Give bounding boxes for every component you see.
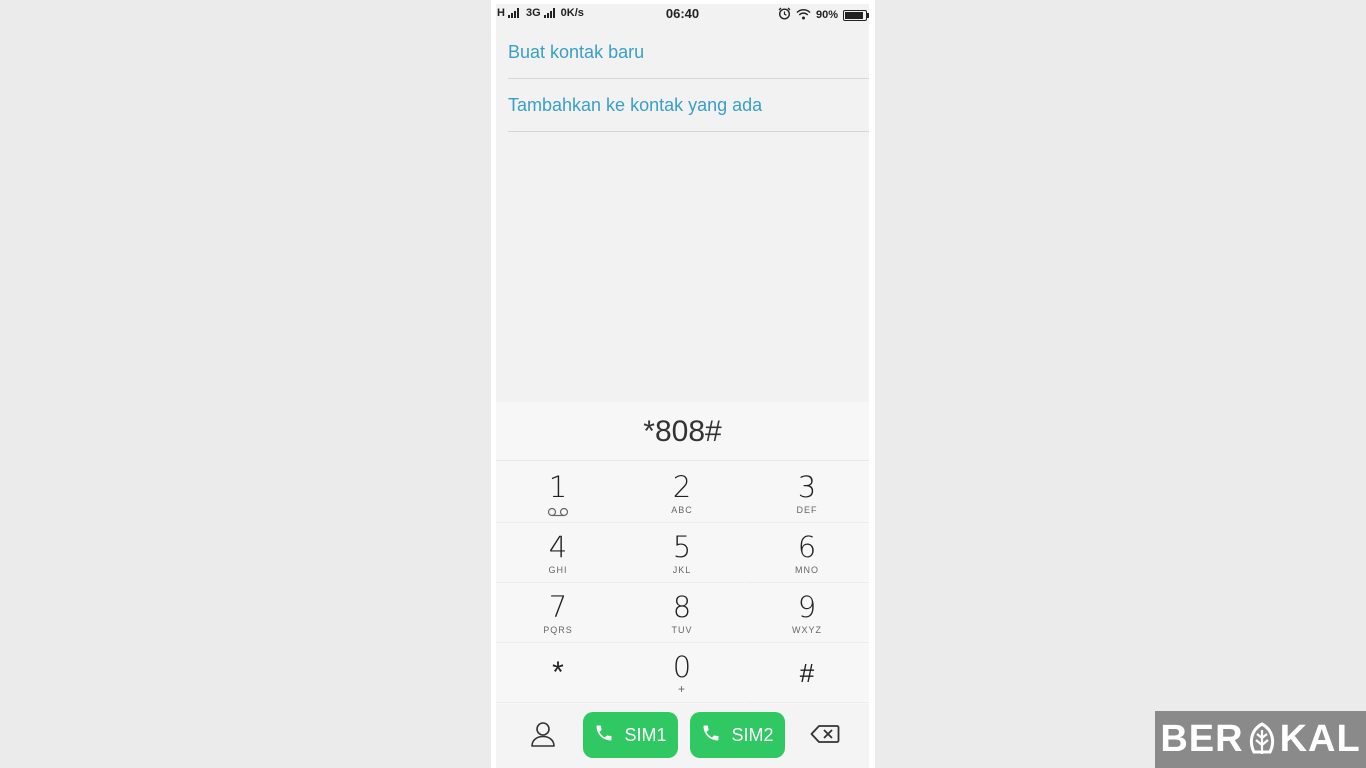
key-digit: 1 [548,470,568,504]
phone-icon [594,723,614,748]
key-digit: 3 [797,470,817,504]
phone-icon [701,723,721,748]
status-bar: H 3G 0K/s 06:40 90% [496,4,869,24]
phone-frame: H 3G 0K/s 06:40 90% Buat kontak baru Tam… [491,0,875,768]
key-3[interactable]: 3 DEF [745,462,869,523]
key-digit: # [799,658,815,688]
key-star[interactable]: * [496,642,620,703]
key-letters: PQRS [543,625,573,635]
battery-icon [843,9,869,21]
key-9[interactable]: 9 WXYZ [745,582,869,643]
key-digit: 8 [672,590,692,624]
key-letters: MNO [795,565,819,575]
watermark-text-end: KAL [1279,718,1361,760]
status-right: 90% [778,7,869,23]
key-0[interactable]: 0 + [620,642,744,703]
sim1-label: SIM1 [624,724,667,745]
key-6[interactable]: 6 MNO [745,522,869,583]
wifi-icon [796,8,811,23]
key-8[interactable]: 8 TUV [620,582,744,643]
add-to-existing-contact-option[interactable]: Tambahkan ke kontak yang ada [508,79,869,132]
key-letters: JKL [672,565,692,575]
key-1[interactable]: 1 [496,462,620,523]
key-hash[interactable]: # [745,642,869,703]
key-letters: WXYZ [792,625,822,635]
key-digit: 6 [797,530,817,564]
watermark-text-start: BER [1160,718,1244,760]
contacts-button[interactable] [526,720,560,752]
dialed-number[interactable]: *808# [496,402,869,461]
watermark-logo: BER KAL [1155,711,1366,768]
key-digit: 4 [548,530,568,564]
key-digit: 2 [672,470,692,504]
call-sim2-button[interactable]: SIM2 [690,712,785,758]
person-icon [529,720,557,753]
leaf-icon [1245,721,1279,759]
key-digit: 7 [548,590,568,624]
key-letters: TUV [671,625,693,635]
key-digit: * [552,656,564,689]
new-contact-option[interactable]: Buat kontak baru [508,26,869,79]
key-letters: ABC [671,505,693,515]
call-sim1-button[interactable]: SIM1 [583,712,678,758]
key-letters: GHI [548,565,568,575]
backspace-icon [810,724,840,749]
key-4[interactable]: 4 GHI [496,522,620,583]
key-5[interactable]: 5 JKL [620,522,744,583]
dialpad-panel: *808# 1 2 ABC 3 DEF 4 GHI 5 JKL 6 MNO 7 … [496,402,869,768]
sim2-label: SIM2 [731,724,774,745]
key-digit: 9 [797,590,817,624]
battery-percent: 90% [815,9,838,21]
key-letters: + [677,682,686,696]
key-2[interactable]: 2 ABC [620,462,744,523]
backspace-button[interactable] [808,720,842,752]
voicemail-icon [496,504,620,522]
dialer-action-bar: SIM1 SIM2 [496,704,869,768]
alarm-icon [778,7,791,23]
key-digit: 5 [672,530,692,564]
key-digit: 0 [672,650,692,684]
key-7[interactable]: 7 PQRS [496,582,620,643]
dialer-screen: H 3G 0K/s 06:40 90% Buat kontak baru Tam… [496,4,869,768]
key-letters: DEF [796,505,818,515]
